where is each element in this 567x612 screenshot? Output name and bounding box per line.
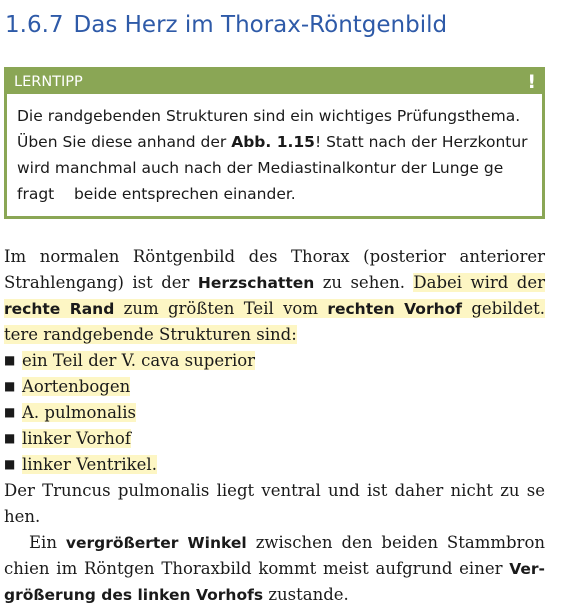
section-title: Das Herz im Thorax-Röntgenbild — [73, 12, 448, 38]
paragraph-line: rechte Rand zum größten Teil vom rechten… — [4, 296, 545, 344]
figure-reference-link[interactable]: Abb. 1.15 — [231, 133, 315, 151]
paragraph-line: größerung des linken Vorhofs zustande. — [4, 585, 349, 604]
body-text: Im normalen Röntgenbild des Thorax (post… — [4, 244, 545, 608]
tip-line: Üben Sie diese anhand der Abb. 1.15! Sta… — [17, 133, 528, 151]
structure-list: ■ ein Teil der V. cava superior ■ Aortenbo… — [4, 348, 545, 478]
paragraph-line: Ein vergrößerter Winkel zwischen den bei… — [29, 533, 546, 552]
paragraph-line: Strahlengang) ist der Herzschatten zu se… — [4, 273, 545, 292]
learning-tip-header: LERNTIPP ! — [7, 70, 542, 94]
paragraph-line: Der Truncus pulmonalis liegt ventral und… — [4, 481, 545, 500]
paragraph-line: chien im Röntgen Thoraxbild kommt meist … — [4, 559, 545, 578]
bullet-icon: ■ — [4, 405, 16, 419]
paragraph-line: Im normalen Röntgenbild des Thorax (post… — [4, 247, 545, 266]
list-item: ■ linker Ventrikel. — [4, 452, 545, 478]
section-heading: 1.6.7 Das Herz im Thorax-Röntgenbild — [5, 12, 447, 38]
learning-tip-text: Die randgebenden Strukturen sind ein wic… — [7, 94, 542, 207]
paragraph-line: hen. — [4, 507, 41, 526]
list-item: ■ linker Vorhof — [4, 426, 545, 452]
bullet-icon: ■ — [4, 379, 16, 393]
paragraph-line: tere randgebende Strukturen sind: — [4, 325, 297, 344]
tip-line: wird manchmal auch nach der Mediastinalk… — [17, 159, 504, 177]
learning-tip-label: LERNTIPP — [14, 74, 83, 90]
tip-line: Die randgebenden Strukturen sind ein wic… — [17, 107, 521, 125]
bullet-icon: ■ — [4, 457, 16, 471]
exclamation-icon: ! — [527, 71, 536, 93]
list-item: ■ A. pulmonalis — [4, 400, 545, 426]
list-item: ■ ein Teil der V. cava superior — [4, 348, 545, 374]
tip-line: fragt beide entsprechen einander. — [17, 185, 296, 203]
list-item: ■ Aortenbogen — [4, 374, 545, 400]
section-number: 1.6.7 — [5, 12, 64, 38]
learning-tip-box: LERNTIPP ! Die randgebenden Strukturen s… — [4, 67, 545, 219]
bullet-icon: ■ — [4, 353, 16, 367]
bullet-icon: ■ — [4, 431, 16, 445]
